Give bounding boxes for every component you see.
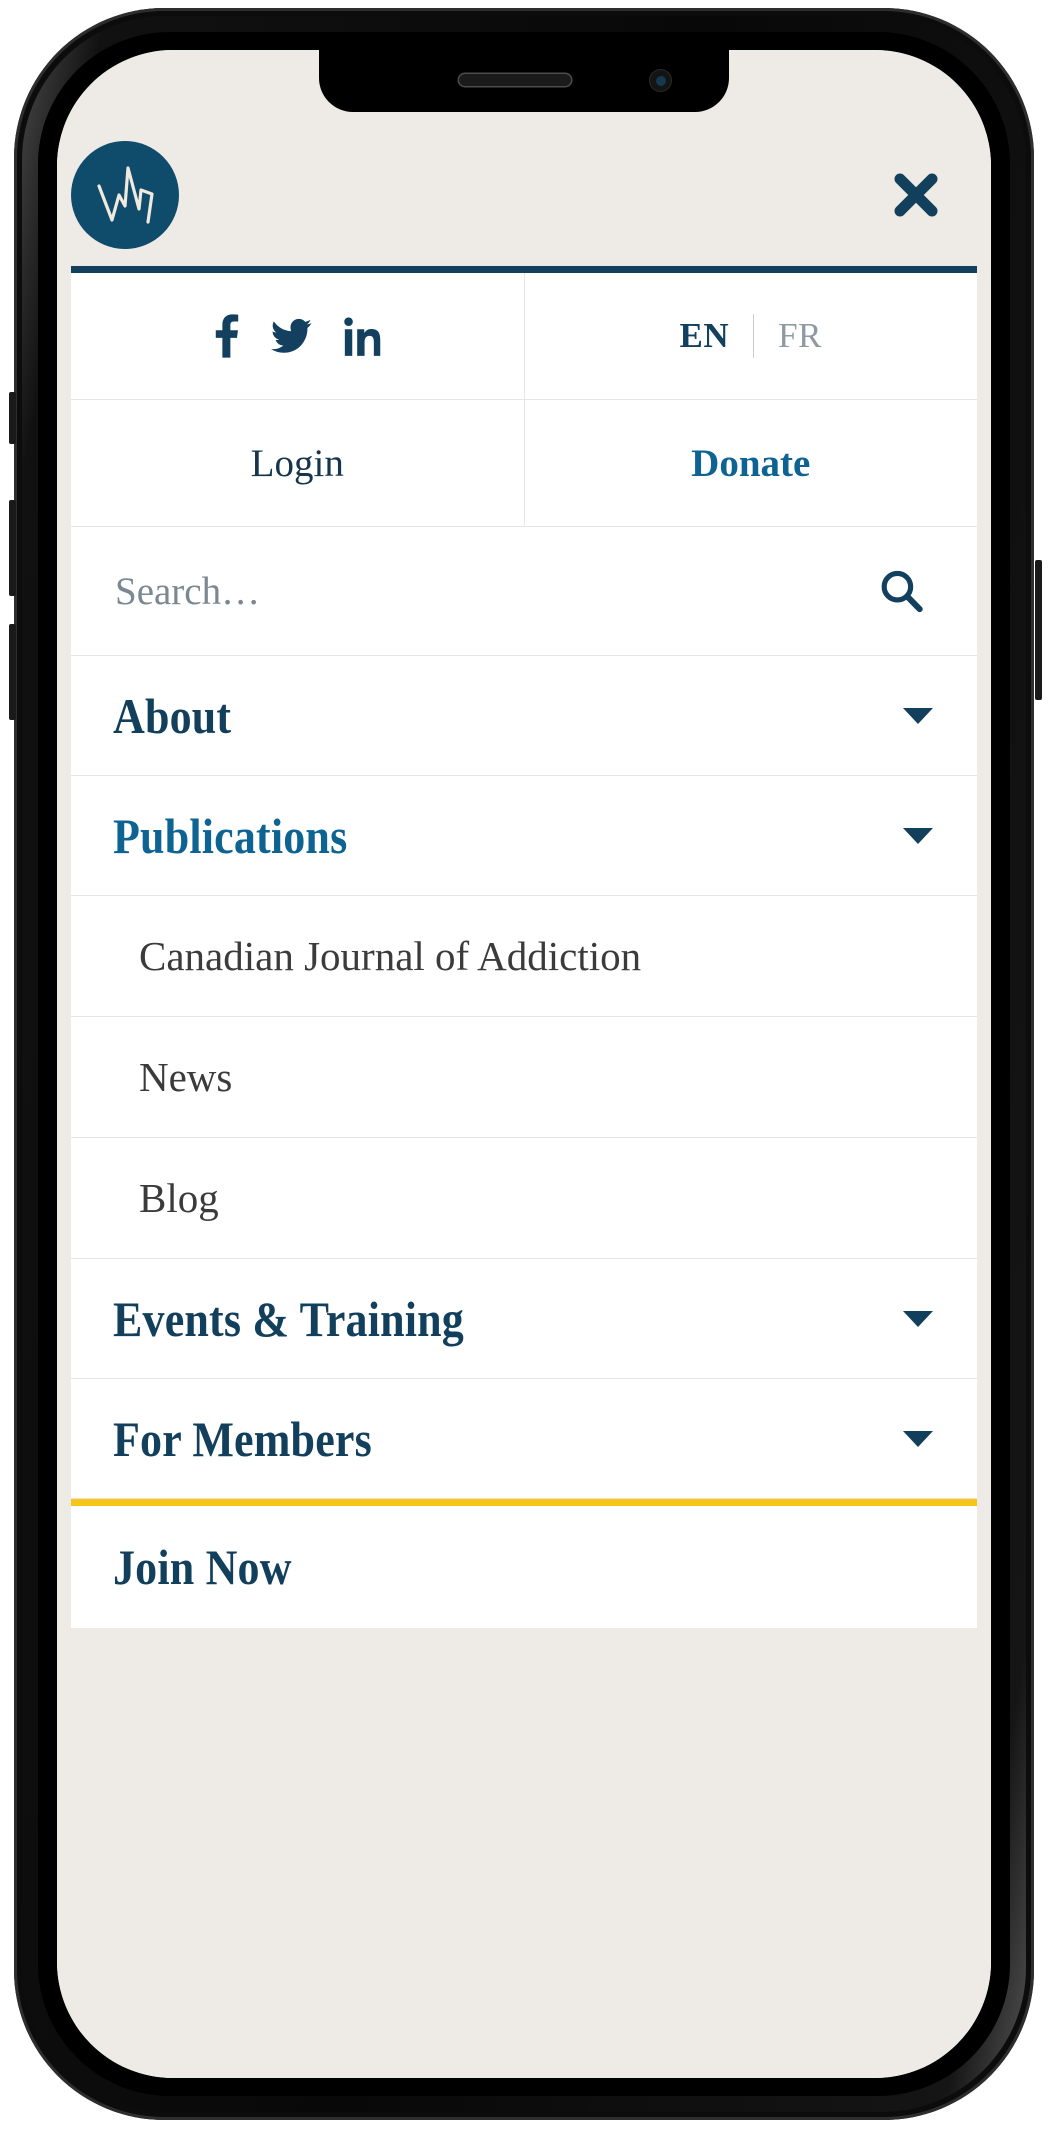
nav-item-for-members[interactable]: For Members bbox=[71, 1379, 977, 1499]
linkedin-link[interactable] bbox=[344, 316, 382, 356]
nav-item-about[interactable]: About bbox=[71, 656, 977, 776]
utility-bar: EN FR bbox=[71, 273, 977, 400]
close-menu-button[interactable] bbox=[885, 164, 947, 226]
join-now-label: Join Now bbox=[113, 1539, 292, 1595]
linkedin-icon bbox=[344, 317, 382, 356]
close-icon bbox=[894, 173, 938, 217]
chevron-down-icon-about[interactable] bbox=[903, 707, 933, 724]
submenu-item-blog[interactable]: Blog bbox=[71, 1138, 977, 1259]
site-header bbox=[57, 124, 991, 266]
power-button[interactable] bbox=[1035, 560, 1042, 700]
search-input[interactable] bbox=[113, 567, 873, 615]
phone-notch bbox=[319, 50, 729, 112]
mute-switch[interactable] bbox=[9, 392, 16, 444]
phone-screen: EN FR Login Donate Search… About Publica… bbox=[57, 50, 991, 2078]
submenu-item-news[interactable]: News bbox=[71, 1017, 977, 1138]
chevron-down-icon-events-training[interactable] bbox=[903, 1310, 933, 1327]
front-camera-icon bbox=[650, 70, 671, 91]
site-logo[interactable] bbox=[71, 141, 179, 249]
nav-label-events-training: Events & Training bbox=[113, 1290, 464, 1347]
submenu-label: News bbox=[139, 1054, 233, 1100]
search-bar bbox=[71, 527, 977, 656]
nav-item-publications[interactable]: Publications bbox=[71, 776, 977, 896]
submenu-item-canadian-journal-of-addiction[interactable]: Canadian Journal of Addiction bbox=[71, 896, 977, 1017]
nav-label-about: About bbox=[113, 687, 232, 744]
twitter-icon bbox=[271, 318, 312, 353]
submenu-label: Canadian Journal of Addiction bbox=[139, 933, 642, 979]
nav-item-events-training[interactable]: Events & Training bbox=[71, 1259, 977, 1379]
facebook-link[interactable] bbox=[212, 314, 239, 358]
mobile-menu-page: EN FR Login Donate Search… About Publica… bbox=[57, 50, 991, 2078]
nav-label-publications: Publications bbox=[113, 807, 348, 864]
login-button[interactable]: Login bbox=[71, 400, 525, 526]
join-now-button[interactable]: Join Now bbox=[71, 1499, 977, 1628]
phone-mockup: EN FR Login Donate Search… About Publica… bbox=[0, 0, 1051, 2133]
chevron-down-icon-publications[interactable] bbox=[903, 827, 933, 844]
donate-button[interactable]: Donate bbox=[525, 400, 978, 526]
facebook-icon bbox=[216, 314, 239, 358]
chevron-down-icon-for-members[interactable] bbox=[903, 1430, 933, 1447]
language-option-fr[interactable]: FR bbox=[754, 316, 846, 356]
mobile-menu-panel: EN FR Login Donate Search… About Publica… bbox=[71, 266, 977, 1628]
earpiece-speaker-icon bbox=[459, 74, 572, 86]
volume-up-button[interactable] bbox=[9, 500, 16, 596]
nav-label-for-members: For Members bbox=[113, 1410, 372, 1467]
logo-mark-icon bbox=[97, 166, 154, 224]
volume-down-button[interactable] bbox=[9, 624, 16, 720]
submenu-label: Blog bbox=[139, 1175, 219, 1221]
twitter-link[interactable] bbox=[271, 318, 312, 354]
account-bar: Login Donate bbox=[71, 400, 977, 527]
search-icon bbox=[881, 570, 923, 613]
search-submit-button[interactable] bbox=[873, 563, 929, 619]
language-switcher: EN FR bbox=[525, 273, 978, 399]
social-links bbox=[71, 273, 525, 399]
language-option-en[interactable]: EN bbox=[656, 316, 754, 356]
